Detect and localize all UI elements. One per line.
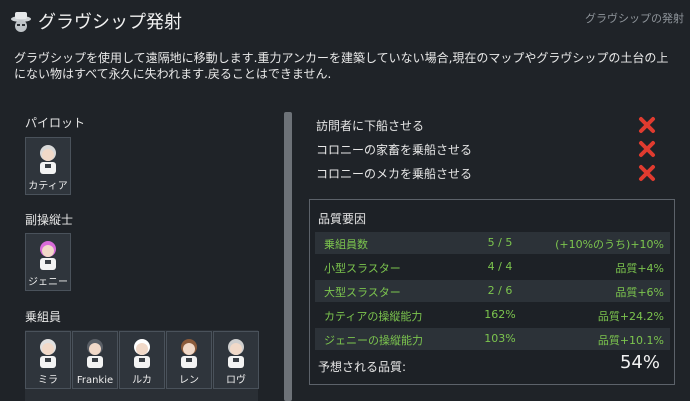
copilot-label: 副操縦士 [25, 213, 74, 227]
pawn-name: ルカ [132, 375, 152, 386]
red-x-icon [639, 141, 655, 157]
factor-effect: (+10%のうち)+10% [555, 238, 664, 251]
expected-quality-label: 予想される品質: [318, 360, 407, 374]
quality-factor-row[interactable]: カティアの操縦能力 162% 品質+24.2% [315, 304, 670, 326]
panel-scrollbar[interactable] [284, 112, 292, 401]
quality-title: 品質要因 [318, 212, 367, 226]
red-x-icon [639, 117, 655, 133]
pawn-name: ロヴ [226, 375, 246, 386]
factor-value: 103% [484, 332, 516, 345]
condition-label: 訪問者に下船させる [316, 119, 425, 133]
crew-slot[interactable]: レン [166, 331, 212, 389]
crew-slot[interactable]: ミラ [25, 331, 71, 389]
pilot-slot[interactable]: カティア [25, 137, 71, 195]
window-header: グラヴシップ発射 グラヴシップの発射 [0, 0, 690, 40]
pawn-name: レン [179, 375, 199, 386]
quality-factor-row[interactable]: 乗組員数 5 / 5 (+10%のうち)+10% [315, 232, 670, 254]
quality-factor-row[interactable]: 大型スラスター 2 / 6 品質+6% [315, 280, 670, 302]
factor-effect: 品質+6% [615, 286, 664, 299]
factor-name: 小型スラスター [324, 262, 401, 275]
pawn-portrait-icon [134, 339, 150, 368]
quality-factor-row[interactable]: 小型スラスター 4 / 4 品質+4% [315, 256, 670, 278]
page-title: グラヴシップ発射 [38, 12, 182, 33]
pawn-name: ジェニー [28, 277, 68, 288]
condition-label: コロニーのメカを乗船させる [316, 167, 473, 181]
quality-panel: 品質要因 乗組員数 5 / 5 (+10%のうち)+10% 小型スラスター 4 / 4 品… [309, 199, 675, 385]
pawn-portrait-icon [87, 339, 103, 368]
factor-value: 2 / 6 [487, 284, 513, 297]
factor-value: 5 / 5 [487, 236, 513, 249]
crew-slot[interactable]: ロヴ [213, 331, 259, 389]
copilot-slot[interactable]: ジェニー [25, 233, 71, 291]
factor-value: 4 / 4 [487, 260, 513, 273]
factor-value: 162% [484, 308, 516, 321]
pawn-name: ミラ [38, 375, 58, 386]
pawn-portrait-icon [181, 339, 197, 368]
factor-name: 乗組員数 [324, 238, 368, 251]
crew-slot[interactable]: Frankie [72, 331, 118, 389]
crew-label: 乗組員 [25, 310, 62, 324]
description-text: グラヴシップを使用して遠隔地に移動します.重力アンカーを建築していない場合,現在… [14, 51, 669, 81]
pawn-portrait-icon [40, 145, 56, 174]
factor-name: 大型スラスター [324, 286, 401, 299]
pilot-label: パイロット [25, 116, 86, 130]
factor-effect: 品質+4% [615, 262, 664, 275]
expected-quality-value: 54% [619, 352, 660, 373]
pawn-portrait-icon [40, 241, 56, 270]
condition-label: コロニーの家畜を乗船させる [316, 143, 473, 157]
factor-effect: 品質+10.1% [597, 334, 664, 347]
crew-slot[interactable]: ルカ [119, 331, 165, 389]
factor-effect: 品質+24.2% [597, 310, 664, 323]
pawn-name: カティア [28, 181, 68, 192]
quality-factor-row[interactable]: ジェニーの操縦能力 103% 品質+10.1% [315, 328, 670, 350]
factor-name: カティアの操縦能力 [324, 310, 423, 323]
gravship-logo-icon [11, 12, 31, 32]
pawn-portrait-icon [40, 339, 56, 368]
pawn-name: Frankie [76, 375, 114, 386]
header-subtitle: グラヴシップの発射 [585, 12, 684, 25]
pawn-portrait-icon [228, 339, 244, 368]
factor-name: ジェニーの操縦能力 [324, 334, 423, 347]
red-x-icon [639, 165, 655, 181]
